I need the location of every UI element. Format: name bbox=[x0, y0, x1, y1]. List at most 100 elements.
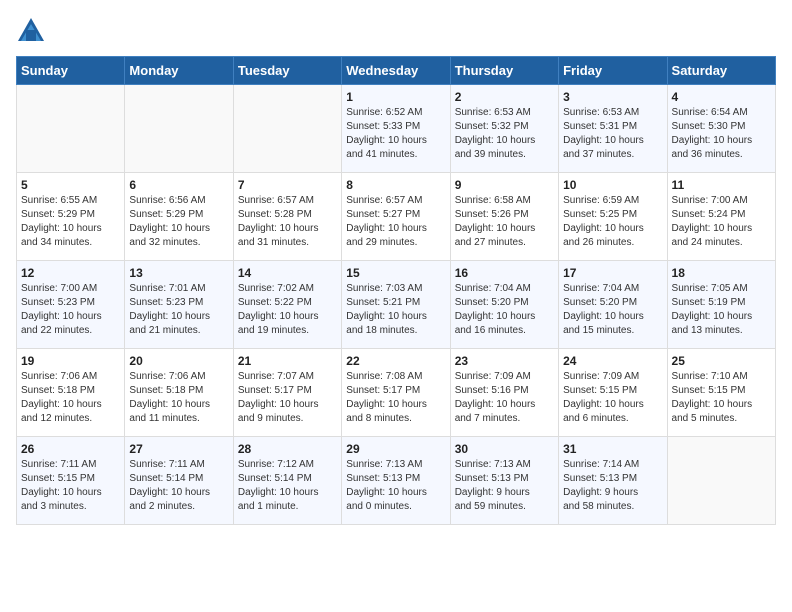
cell-content: Sunrise: 7:04 AM Sunset: 5:20 PM Dayligh… bbox=[455, 282, 554, 338]
calendar-cell: 12Sunrise: 7:00 AM Sunset: 5:23 PM Dayli… bbox=[17, 261, 125, 349]
cell-content: Sunrise: 7:03 AM Sunset: 5:21 PM Dayligh… bbox=[346, 282, 445, 338]
calendar-cell: 24 Sunrise: 7:09 AM Sunset: 5:15 PM Dayli… bbox=[559, 349, 667, 437]
cell-content: Sunrise: 7:07 AM Sunset: 5:17 PM Dayligh… bbox=[238, 370, 337, 426]
day-number: 19 bbox=[21, 354, 120, 368]
cell-content: Sunrise: 7:10 AM Sunset: 5:15 PM Dayligh… bbox=[672, 370, 771, 426]
calendar-table: SundayMondayTuesdayWednesdayThursdayFrid… bbox=[16, 56, 776, 525]
cell-content: Sunrise: 6:56 AM Sunset: 5:29 PM Dayligh… bbox=[129, 194, 228, 250]
header-sunday: Sunday bbox=[17, 57, 125, 85]
header-friday: Friday bbox=[559, 57, 667, 85]
calendar-cell: 31 Sunrise: 7:14 AM Sunset: 5:13 PM Dayli… bbox=[559, 437, 667, 525]
header-wednesday: Wednesday bbox=[342, 57, 450, 85]
calendar-week-row: 19 Sunrise: 7:06 AM Sunset: 5:18 PM Dayli… bbox=[17, 349, 776, 437]
cell-content: Sunrise: 7:06 AM Sunset: 5:18 PM Dayligh… bbox=[129, 370, 228, 426]
day-number: 3 bbox=[563, 90, 662, 104]
cell-content: Sunrise: 7:13 AM Sunset: 5:13 PM Dayligh… bbox=[455, 458, 554, 514]
day-number: 25 bbox=[672, 354, 771, 368]
logo bbox=[16, 16, 50, 46]
calendar-cell: 17 Sunrise: 7:04 AM Sunset: 5:20 PM Dayli… bbox=[559, 261, 667, 349]
day-number: 30 bbox=[455, 442, 554, 456]
calendar-header-row: SundayMondayTuesdayWednesdayThursdayFrid… bbox=[17, 57, 776, 85]
day-number: 31 bbox=[563, 442, 662, 456]
calendar-cell: 13 Sunrise: 7:01 AM Sunset: 5:23 PM Dayli… bbox=[125, 261, 233, 349]
page-header bbox=[16, 16, 776, 46]
calendar-week-row: 1 Sunrise: 6:52 AM Sunset: 5:33 PM Daylig… bbox=[17, 85, 776, 173]
calendar-cell: 28 Sunrise: 7:12 AM Sunset: 5:14 PM Dayli… bbox=[233, 437, 341, 525]
day-number: 1 bbox=[346, 90, 445, 104]
day-number: 9 bbox=[455, 178, 554, 192]
header-tuesday: Tuesday bbox=[233, 57, 341, 85]
day-number: 8 bbox=[346, 178, 445, 192]
day-number: 28 bbox=[238, 442, 337, 456]
day-number: 26 bbox=[21, 442, 120, 456]
day-number: 22 bbox=[346, 354, 445, 368]
calendar-cell: 11 Sunrise: 7:00 AM Sunset: 5:24 PM Dayli… bbox=[667, 173, 775, 261]
day-number: 21 bbox=[238, 354, 337, 368]
cell-content: Sunrise: 7:08 AM Sunset: 5:17 PM Dayligh… bbox=[346, 370, 445, 426]
calendar-cell: 6 Sunrise: 6:56 AM Sunset: 5:29 PM Daylig… bbox=[125, 173, 233, 261]
day-number: 5 bbox=[21, 178, 120, 192]
calendar-cell: 3 Sunrise: 6:53 AM Sunset: 5:31 PM Daylig… bbox=[559, 85, 667, 173]
cell-content: Sunrise: 6:58 AM Sunset: 5:26 PM Dayligh… bbox=[455, 194, 554, 250]
cell-content: Sunrise: 6:57 AM Sunset: 5:28 PM Dayligh… bbox=[238, 194, 337, 250]
calendar-cell: 27 Sunrise: 7:11 AM Sunset: 5:14 PM Dayli… bbox=[125, 437, 233, 525]
calendar-cell: 5 Sunrise: 6:55 AM Sunset: 5:29 PM Daylig… bbox=[17, 173, 125, 261]
calendar-cell bbox=[125, 85, 233, 173]
cell-content: Sunrise: 6:52 AM Sunset: 5:33 PM Dayligh… bbox=[346, 106, 445, 162]
calendar-cell: 20Sunrise: 7:06 AM Sunset: 5:18 PM Dayli… bbox=[125, 349, 233, 437]
cell-content: Sunrise: 7:14 AM Sunset: 5:13 PM Dayligh… bbox=[563, 458, 662, 514]
calendar-cell: 30 Sunrise: 7:13 AM Sunset: 5:13 PM Dayli… bbox=[450, 437, 558, 525]
header-saturday: Saturday bbox=[667, 57, 775, 85]
day-number: 2 bbox=[455, 90, 554, 104]
calendar-cell: 22 Sunrise: 7:08 AM Sunset: 5:17 PM Dayli… bbox=[342, 349, 450, 437]
calendar-cell: 2 Sunrise: 6:53 AM Sunset: 5:32 PM Daylig… bbox=[450, 85, 558, 173]
cell-content: Sunrise: 6:57 AM Sunset: 5:27 PM Dayligh… bbox=[346, 194, 445, 250]
cell-content: Sunrise: 6:55 AM Sunset: 5:29 PM Dayligh… bbox=[21, 194, 120, 250]
cell-content: Sunrise: 7:01 AM Sunset: 5:23 PM Dayligh… bbox=[129, 282, 228, 338]
cell-content: Sunrise: 7:05 AM Sunset: 5:19 PM Dayligh… bbox=[672, 282, 771, 338]
day-number: 13 bbox=[129, 266, 228, 280]
cell-content: Sunrise: 7:06 AM Sunset: 5:18 PM Dayligh… bbox=[21, 370, 120, 426]
day-number: 17 bbox=[563, 266, 662, 280]
calendar-cell: 15 Sunrise: 7:03 AM Sunset: 5:21 PM Dayli… bbox=[342, 261, 450, 349]
calendar-cell: 29 Sunrise: 7:13 AM Sunset: 5:13 PM Dayli… bbox=[342, 437, 450, 525]
day-number: 15 bbox=[346, 266, 445, 280]
calendar-cell: 26 Sunrise: 7:11 AM Sunset: 5:15 PM Dayli… bbox=[17, 437, 125, 525]
day-number: 18 bbox=[672, 266, 771, 280]
logo-icon bbox=[16, 16, 46, 46]
calendar-cell: 9 Sunrise: 6:58 AM Sunset: 5:26 PM Daylig… bbox=[450, 173, 558, 261]
day-number: 27 bbox=[129, 442, 228, 456]
header-monday: Monday bbox=[125, 57, 233, 85]
calendar-cell: 16 Sunrise: 7:04 AM Sunset: 5:20 PM Dayli… bbox=[450, 261, 558, 349]
calendar-cell: 7 Sunrise: 6:57 AM Sunset: 5:28 PM Daylig… bbox=[233, 173, 341, 261]
calendar-cell: 8 Sunrise: 6:57 AM Sunset: 5:27 PM Daylig… bbox=[342, 173, 450, 261]
cell-content: Sunrise: 7:00 AM Sunset: 5:24 PM Dayligh… bbox=[672, 194, 771, 250]
day-number: 29 bbox=[346, 442, 445, 456]
day-number: 4 bbox=[672, 90, 771, 104]
calendar-cell: 23Sunrise: 7:09 AM Sunset: 5:16 PM Dayli… bbox=[450, 349, 558, 437]
day-number: 12 bbox=[21, 266, 120, 280]
cell-content: Sunrise: 6:59 AM Sunset: 5:25 PM Dayligh… bbox=[563, 194, 662, 250]
calendar-week-row: 12Sunrise: 7:00 AM Sunset: 5:23 PM Dayli… bbox=[17, 261, 776, 349]
cell-content: Sunrise: 7:11 AM Sunset: 5:15 PM Dayligh… bbox=[21, 458, 120, 514]
cell-content: Sunrise: 7:02 AM Sunset: 5:22 PM Dayligh… bbox=[238, 282, 337, 338]
day-number: 16 bbox=[455, 266, 554, 280]
cell-content: Sunrise: 6:53 AM Sunset: 5:31 PM Dayligh… bbox=[563, 106, 662, 162]
cell-content: Sunrise: 7:09 AM Sunset: 5:15 PM Dayligh… bbox=[563, 370, 662, 426]
cell-content: Sunrise: 7:04 AM Sunset: 5:20 PM Dayligh… bbox=[563, 282, 662, 338]
cell-content: Sunrise: 6:53 AM Sunset: 5:32 PM Dayligh… bbox=[455, 106, 554, 162]
calendar-week-row: 26 Sunrise: 7:11 AM Sunset: 5:15 PM Dayli… bbox=[17, 437, 776, 525]
calendar-cell: 4 Sunrise: 6:54 AM Sunset: 5:30 PM Daylig… bbox=[667, 85, 775, 173]
calendar-week-row: 5 Sunrise: 6:55 AM Sunset: 5:29 PM Daylig… bbox=[17, 173, 776, 261]
cell-content: Sunrise: 7:13 AM Sunset: 5:13 PM Dayligh… bbox=[346, 458, 445, 514]
cell-content: Sunrise: 7:11 AM Sunset: 5:14 PM Dayligh… bbox=[129, 458, 228, 514]
day-number: 24 bbox=[563, 354, 662, 368]
day-number: 10 bbox=[563, 178, 662, 192]
day-number: 11 bbox=[672, 178, 771, 192]
day-number: 7 bbox=[238, 178, 337, 192]
calendar-cell: 19 Sunrise: 7:06 AM Sunset: 5:18 PM Dayli… bbox=[17, 349, 125, 437]
cell-content: Sunrise: 7:12 AM Sunset: 5:14 PM Dayligh… bbox=[238, 458, 337, 514]
day-number: 14 bbox=[238, 266, 337, 280]
day-number: 6 bbox=[129, 178, 228, 192]
cell-content: Sunrise: 6:54 AM Sunset: 5:30 PM Dayligh… bbox=[672, 106, 771, 162]
